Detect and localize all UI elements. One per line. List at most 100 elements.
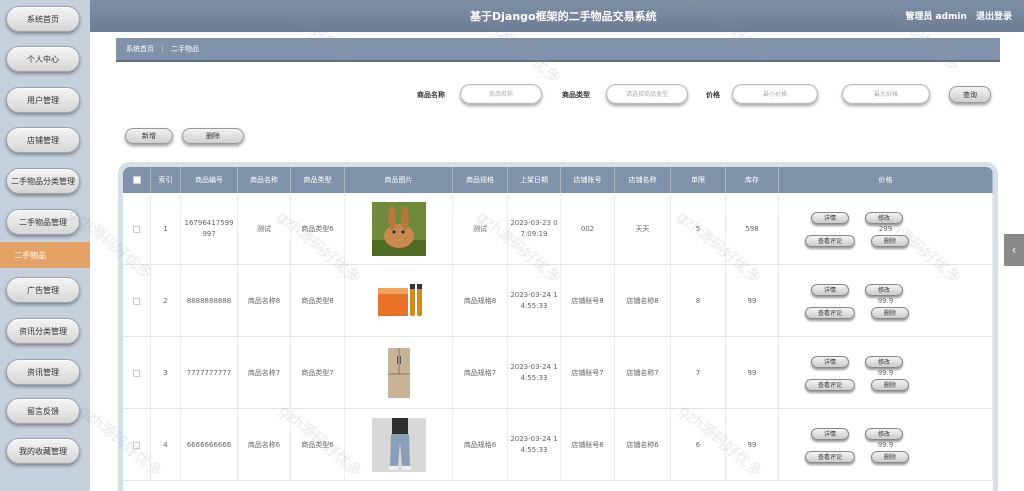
batch-delete-button[interactable]: 删除 [182, 128, 244, 144]
table-row: 3 7777777777 商品名称7 商品类型7 商品规格7 2023-03-24 14:… [123, 337, 993, 409]
item-spec: 测试 [453, 193, 508, 265]
detail-button[interactable]: 详情 [811, 284, 849, 296]
user-label: 管理员 admin [905, 12, 967, 22]
detail-button[interactable]: 详情 [811, 428, 849, 440]
item-type: 商品类型7 [291, 337, 345, 409]
item-code: 16796417599997 [181, 193, 238, 265]
column-header: 上架日期 [508, 167, 561, 193]
breadcrumb-home[interactable]: 系统首页 [126, 44, 154, 54]
sidebar-item[interactable]: 店铺管理 [6, 127, 80, 153]
item-limit: 7 [671, 337, 726, 409]
edit-button[interactable]: 修改 [865, 428, 903, 440]
column-header: 单限 [671, 167, 726, 193]
sidebar: 系统首页个人中心用户管理店铺管理二手物品分类管理 二手物品管理 二手物品广告管理资讯… [0, 0, 90, 491]
column-header: 库存 [726, 167, 779, 193]
min-price-input[interactable] [732, 84, 818, 104]
edit-button[interactable]: 修改 [865, 212, 903, 224]
sidebar-item[interactable]: 广告管理 [6, 277, 80, 303]
item-stock: 99 [726, 265, 779, 337]
name-label: 商品名称 [417, 91, 445, 99]
row-index: 1 [151, 193, 181, 265]
name-input[interactable] [460, 84, 542, 104]
shop-name: 店铺名称7 [615, 337, 671, 409]
select-all-checkbox[interactable] [123, 167, 151, 193]
item-type: 商品类型8 [291, 265, 345, 337]
app-title: 基于Django框架的二手物品交易系统 [470, 10, 657, 23]
data-table: 索引 商品编号 商品名称 商品类型 商品图片 商品规格 上架日期 店铺账号 店铺名称 单限 库存 价格… [118, 162, 998, 491]
sidebar-item[interactable]: 二手物品管理 [6, 209, 80, 235]
view-reviews-button[interactable]: 查看评论 [805, 451, 855, 463]
sidebar-item[interactable]: 二手物品分类管理 [6, 168, 80, 194]
column-header: 价格 [779, 167, 993, 193]
shop-name: 店铺名称8 [615, 265, 671, 337]
query-button[interactable]: 查询 [949, 86, 991, 103]
user-area: 管理员 admin 退出登录 [899, 9, 1012, 22]
price-label: 价格 [706, 91, 720, 99]
logout-link[interactable]: 退出登录 [976, 12, 1012, 22]
row-actions: 详情 修改 查看评论 删除 [779, 265, 993, 337]
checkbox-icon[interactable] [133, 225, 140, 233]
row-checkbox-cell[interactable] [123, 409, 151, 481]
listing-date: 2023-03-23 07:09:19 [508, 193, 561, 265]
column-header: 店铺账号 [561, 167, 615, 193]
edit-button[interactable]: 修改 [865, 284, 903, 296]
row-actions: 详情 修改 查看评论 删除 [779, 337, 993, 409]
item-image [345, 193, 453, 265]
breadcrumb-current: 二手物品 [171, 45, 199, 53]
checkbox-icon[interactable] [132, 176, 141, 184]
checkbox-icon[interactable] [133, 441, 140, 449]
item-spec: 商品规格7 [453, 337, 508, 409]
chevron-left-icon[interactable]: ‹ [1004, 234, 1024, 266]
listing-date: 2023-03-24 14:55:33 [508, 265, 561, 337]
row-delete-button[interactable]: 删除 [871, 379, 909, 391]
product-image [371, 418, 426, 472]
item-image [345, 337, 453, 409]
sidebar-item[interactable]: 二手物品 [0, 242, 90, 268]
sidebar-item[interactable]: 我的收藏管理 [6, 438, 80, 464]
view-reviews-button[interactable]: 查看评论 [805, 235, 855, 247]
view-reviews-button[interactable]: 查看评论 [805, 307, 855, 319]
item-image [345, 409, 453, 481]
sidebar-item[interactable]: 系统首页 [6, 6, 80, 32]
item-name: 商品名称7 [238, 337, 291, 409]
row-checkbox-cell[interactable] [123, 337, 151, 409]
listing-date: 2023-03-24 14:55:33 [508, 409, 561, 481]
item-limit: 5 [671, 193, 726, 265]
table-header: 索引 商品编号 商品名称 商品类型 商品图片 商品规格 上架日期 店铺账号 店铺名称 单限 库存 价格… [123, 167, 993, 193]
listing-date: 2023-03-24 14:55:33 [508, 337, 561, 409]
sidebar-item[interactable]: 留言反馈 [6, 398, 80, 424]
table-row: 1 16796417599997 测试 商品类型6 测试 2023-03-23 07:09… [123, 193, 993, 265]
item-code: 8888888888 [181, 265, 238, 337]
sidebar-item[interactable]: 用户管理 [6, 87, 80, 113]
column-header: 商品类型 [291, 167, 345, 193]
row-delete-button[interactable]: 删除 [871, 235, 909, 247]
type-select[interactable] [606, 84, 688, 104]
item-name: 商品名称8 [238, 265, 291, 337]
column-header: 店铺名称 [615, 167, 671, 193]
checkbox-icon[interactable] [133, 297, 140, 305]
row-index: 4 [151, 409, 181, 481]
detail-button[interactable]: 详情 [811, 356, 849, 368]
top-bar: 基于Django框架的二手物品交易系统 管理员 admin 退出登录 [90, 0, 1024, 32]
sidebar-item[interactable]: 资讯分类管理 [6, 318, 80, 344]
add-button[interactable]: 新增 [125, 128, 173, 144]
row-delete-button[interactable]: 删除 [871, 307, 909, 319]
sidebar-item[interactable]: 资讯管理 [6, 359, 80, 385]
sidebar-item[interactable]: 个人中心 [6, 46, 80, 72]
view-reviews-button[interactable]: 查看评论 [805, 379, 855, 391]
shop-account: 店铺账号8 [561, 265, 615, 337]
column-header: 索引 [151, 167, 181, 193]
item-stock: 598 [726, 193, 779, 265]
checkbox-icon[interactable] [133, 369, 140, 377]
edit-button[interactable]: 修改 [865, 356, 903, 368]
row-delete-button[interactable]: 删除 [871, 451, 909, 463]
row-checkbox-cell[interactable] [123, 193, 151, 265]
item-limit: 6 [671, 409, 726, 481]
type-label: 商品类型 [562, 91, 590, 99]
shop-account: 店铺账号7 [561, 337, 615, 409]
detail-button[interactable]: 详情 [811, 212, 849, 224]
max-price-input[interactable] [842, 84, 930, 104]
item-stock: 99 [726, 409, 779, 481]
item-spec: 商品规格8 [453, 265, 508, 337]
row-checkbox-cell[interactable] [123, 265, 151, 337]
